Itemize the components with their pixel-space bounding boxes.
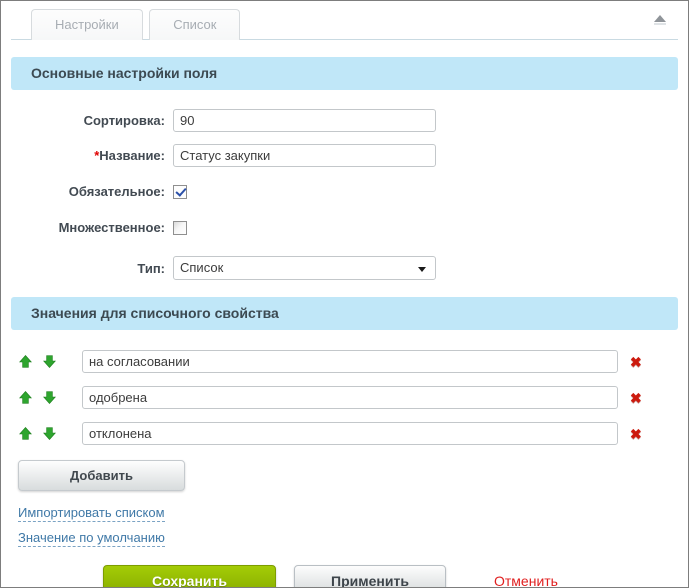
chevron-up-icon[interactable] (654, 15, 666, 22)
form-row-required: Обязательное: (1, 184, 688, 199)
arrow-up-icon[interactable] (19, 355, 32, 368)
footer-actions: Сохранить Применить Отменить (103, 565, 688, 588)
type-select-value: Список (180, 260, 223, 275)
section-header-main-settings: Основные настройки поля (11, 57, 678, 90)
main-settings-form: Сортировка: *Название: Обязательное: Мно… (1, 109, 688, 280)
arrow-down-icon[interactable] (43, 391, 56, 404)
type-label: Тип: (1, 261, 173, 276)
arrow-up-icon[interactable] (19, 391, 32, 404)
list-row: ✖ (19, 350, 688, 373)
required-checkbox[interactable] (173, 185, 187, 199)
sort-label: Сортировка: (1, 113, 173, 128)
field-settings-panel: Настройки Список Основные настройки поля… (0, 0, 689, 588)
form-row-sort: Сортировка: (1, 109, 688, 132)
chevron-down-icon (418, 267, 426, 272)
delete-x-icon[interactable]: ✖ (630, 427, 642, 441)
type-select[interactable]: Список (173, 256, 436, 280)
list-row: ✖ (19, 422, 688, 445)
list-value-input[interactable] (82, 386, 618, 409)
arrow-down-icon[interactable] (43, 427, 56, 440)
add-value-button[interactable]: Добавить (18, 460, 185, 491)
name-input[interactable] (173, 144, 436, 167)
cancel-link[interactable]: Отменить (494, 573, 558, 588)
multiple-label: Множественное: (1, 220, 173, 235)
apply-button[interactable]: Применить (294, 565, 446, 588)
section-header-list-values: Значения для списочного свойства (11, 297, 678, 330)
delete-x-icon[interactable]: ✖ (630, 391, 642, 405)
form-row-type: Тип: Список (1, 256, 688, 280)
required-label: Обязательное: (1, 184, 173, 199)
multiple-checkbox[interactable] (173, 221, 187, 235)
default-value-link[interactable]: Значение по умолчанию (18, 530, 165, 547)
list-values: ✖ ✖ ✖ (19, 350, 688, 445)
delete-x-icon[interactable]: ✖ (630, 355, 642, 369)
sort-input[interactable] (173, 109, 436, 132)
list-row: ✖ (19, 386, 688, 409)
list-value-input[interactable] (82, 422, 618, 445)
tab-bar: Настройки Список (11, 1, 678, 40)
save-button[interactable]: Сохранить (103, 565, 276, 588)
form-row-multiple: Множественное: (1, 220, 688, 235)
arrow-up-icon[interactable] (19, 427, 32, 440)
form-row-name: *Название: (1, 144, 688, 167)
tab-settings[interactable]: Настройки (31, 9, 143, 40)
import-list-link[interactable]: Импортировать списком (18, 505, 165, 522)
name-label: *Название: (1, 148, 173, 163)
links-block: Импортировать списком Значение по умолча… (18, 505, 688, 547)
arrow-down-icon[interactable] (43, 355, 56, 368)
list-value-input[interactable] (82, 350, 618, 373)
tab-list[interactable]: Список (149, 9, 240, 40)
